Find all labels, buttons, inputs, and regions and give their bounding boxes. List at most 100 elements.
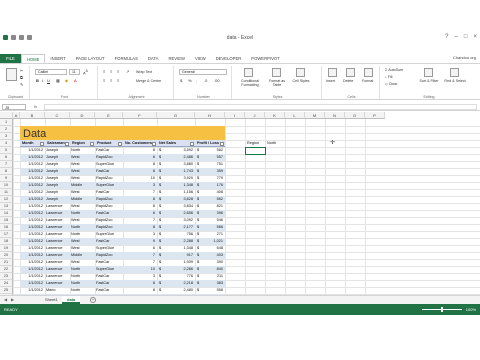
wrap-text-button[interactable]: Wrap Text xyxy=(136,70,152,74)
table-cell[interactable]: 8 xyxy=(124,224,155,231)
table-cell[interactable]: 10 xyxy=(124,175,155,182)
filter-dropdown-icon[interactable] xyxy=(40,142,44,146)
table-header[interactable]: Month xyxy=(20,140,45,147)
number-format-select[interactable]: General xyxy=(179,69,227,75)
table-cell[interactable]: 1/1/2012 xyxy=(21,203,43,210)
table-cell[interactable]: 3 xyxy=(124,273,155,280)
profit-cell[interactable]: 396 xyxy=(203,210,223,217)
table-cell[interactable]: Joseph xyxy=(46,168,68,175)
grow-font-icon[interactable]: AA xyxy=(83,69,88,75)
table-cell[interactable]: FastCar xyxy=(96,238,121,245)
net-sales-cell[interactable]: 3,880 xyxy=(165,161,193,168)
table-cell[interactable]: 6 xyxy=(124,154,155,161)
profit-cell[interactable]: 840 xyxy=(203,266,223,273)
increase-decimal-icon[interactable]: .0 xyxy=(204,78,207,83)
row-header[interactable]: 9 xyxy=(0,175,13,182)
table-cell[interactable]: 7 xyxy=(124,189,155,196)
table-cell[interactable]: 1/1/2012 xyxy=(21,224,43,231)
fill-button[interactable]: ↓ Fill xyxy=(385,75,392,79)
table-cell[interactable]: RapidZoo xyxy=(96,175,121,182)
table-cell[interactable]: FastCar xyxy=(96,259,121,266)
table-cell[interactable]: Middle xyxy=(71,252,93,259)
sheet-tab-sheet1[interactable]: Sheet1 xyxy=(40,296,63,304)
net-sales-cell[interactable]: 1,156 xyxy=(165,189,193,196)
table-cell[interactable]: 6 xyxy=(124,280,155,287)
tab-review[interactable]: REVIEW xyxy=(163,54,190,63)
profit-cell[interactable]: 562 xyxy=(203,196,223,203)
table-header[interactable]: Product xyxy=(95,140,123,147)
row-header[interactable]: 7 xyxy=(0,161,13,168)
column-header[interactable]: O xyxy=(345,112,365,119)
net-sales-cell[interactable]: 2,480 xyxy=(165,287,193,294)
sheet-tab-data[interactable]: data xyxy=(62,296,81,304)
table-cell[interactable]: FastCar xyxy=(96,189,121,196)
insert-cells-button[interactable]: Insert xyxy=(326,79,335,83)
profit-cell[interactable]: 566 xyxy=(203,224,223,231)
table-cell[interactable]: 1/1/2012 xyxy=(21,245,43,252)
cell-styles-button[interactable]: Cell Styles xyxy=(290,79,312,83)
column-header[interactable]: I xyxy=(225,112,245,119)
help-icon[interactable]: ? xyxy=(445,34,448,40)
table-cell[interactable]: RapidZoo xyxy=(96,252,121,259)
table-cell[interactable]: FastCar xyxy=(96,280,121,287)
table-cell[interactable]: West xyxy=(71,259,93,266)
row-header[interactable]: 15 xyxy=(0,217,13,224)
table-cell[interactable]: 8 xyxy=(124,287,155,294)
table-cell[interactable]: Lawrence xyxy=(46,259,68,266)
net-sales-cell[interactable]: 3,092 xyxy=(165,217,193,224)
row-header[interactable]: 17 xyxy=(0,231,13,238)
region-label-cell[interactable]: Region xyxy=(247,140,264,147)
profit-cell[interactable]: 557 xyxy=(203,154,223,161)
insert-function-icon[interactable]: fx xyxy=(34,104,37,109)
column-header[interactable]: L xyxy=(285,112,305,119)
fill-color-icon[interactable]: ◆ xyxy=(65,78,68,83)
table-cell[interactable]: Lawrence xyxy=(46,238,68,245)
table-cell[interactable]: 8 xyxy=(124,196,155,203)
tab-page-layout[interactable]: PAGE LAYOUT xyxy=(71,54,110,63)
table-cell[interactable]: 1/1/2012 xyxy=(21,161,43,168)
table-cell[interactable]: SuperGlue xyxy=(96,182,121,189)
format-painter-icon[interactable]: ✎ xyxy=(20,82,23,87)
profit-cell[interactable]: 751 xyxy=(203,161,223,168)
row-header[interactable]: 21 xyxy=(0,259,13,266)
table-cell[interactable]: 3 xyxy=(124,182,155,189)
table-cell[interactable]: RapidZoo xyxy=(96,196,121,203)
table-cell[interactable]: Lawrence xyxy=(46,245,68,252)
table-cell[interactable]: Lawrence xyxy=(46,231,68,238)
row-header[interactable]: 20 xyxy=(0,252,13,259)
autosum-button[interactable]: Σ AutoSum xyxy=(385,68,403,72)
table-cell[interactable]: West xyxy=(71,217,93,224)
row-header[interactable]: 12 xyxy=(0,196,13,203)
font-color-icon[interactable]: A xyxy=(74,78,77,83)
row-header[interactable]: 18 xyxy=(0,238,13,245)
font-name-select[interactable]: Calibri xyxy=(35,69,67,75)
row-header[interactable]: 10 xyxy=(0,182,13,189)
conditional-formatting-icon[interactable] xyxy=(244,68,253,77)
paste-icon[interactable] xyxy=(6,68,17,81)
row-header[interactable]: 11 xyxy=(0,189,13,196)
table-cell[interactable]: North xyxy=(71,210,93,217)
table-cell[interactable]: North xyxy=(71,266,93,273)
align-bottom-icon[interactable]: ≡ xyxy=(117,69,119,74)
row-header[interactable]: 25 xyxy=(0,287,13,294)
filter-dropdown-icon[interactable] xyxy=(65,142,69,146)
table-cell[interactable]: West xyxy=(71,189,93,196)
table-cell[interactable]: FastCar xyxy=(96,147,121,154)
profit-cell[interactable]: 408 xyxy=(203,189,223,196)
net-sales-cell[interactable]: 3,834 xyxy=(165,203,193,210)
table-cell[interactable]: 6 xyxy=(124,245,155,252)
column-header[interactable]: F xyxy=(123,112,157,119)
tab-powerpivot[interactable]: POWERPIVOT xyxy=(246,54,284,63)
table-cell[interactable]: West xyxy=(71,175,93,182)
table-cell[interactable]: Joseph xyxy=(46,189,68,196)
table-cell[interactable]: Joseph xyxy=(46,175,68,182)
table-cell[interactable]: Middle xyxy=(71,182,93,189)
table-cell[interactable]: 8 xyxy=(124,147,155,154)
table-header[interactable]: No. Customers xyxy=(123,140,157,147)
row-header[interactable]: 14 xyxy=(0,210,13,217)
table-cell[interactable]: West xyxy=(71,238,93,245)
formula-input[interactable] xyxy=(44,104,477,110)
net-sales-cell[interactable]: 1,348 xyxy=(165,245,193,252)
profit-cell[interactable]: 403 xyxy=(203,252,223,259)
table-cell[interactable]: Joseph xyxy=(46,154,68,161)
